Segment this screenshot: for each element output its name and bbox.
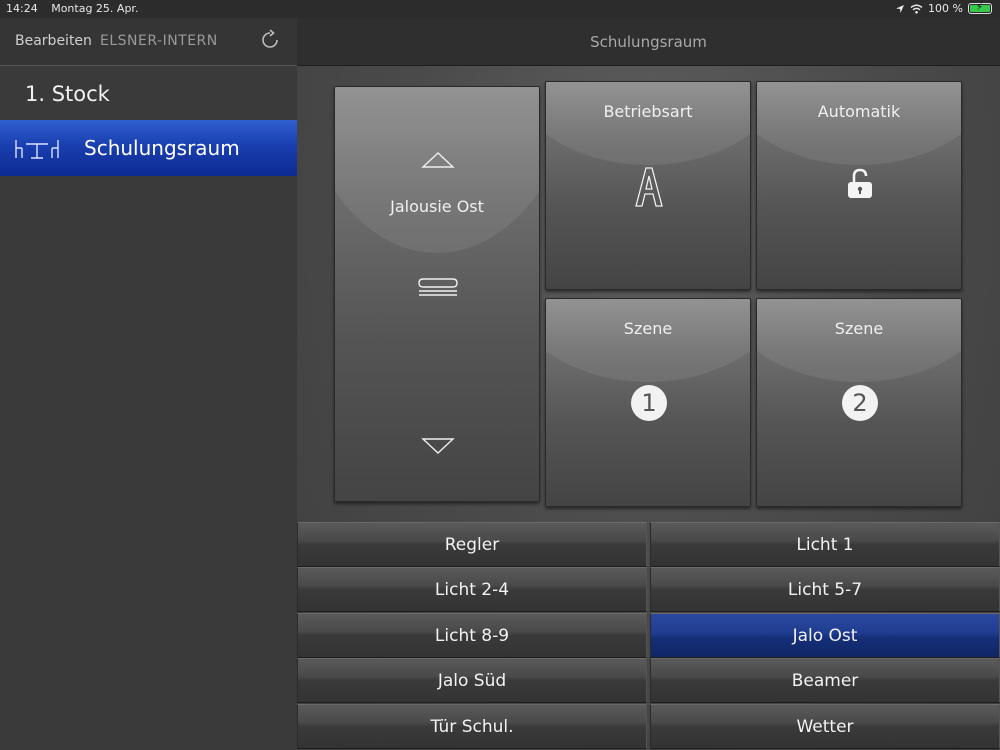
scene-1-tile[interactable]: Szene 1 [545,298,751,507]
refresh-icon[interactable] [258,28,282,52]
scene-2-number-icon: 2 [842,385,878,421]
sidebar: 1. Stock Schulungsraum [0,66,297,750]
arrow-down-icon[interactable] [421,437,455,455]
button-jalo-ost[interactable]: Jalo Ost [650,613,1000,658]
scene-1-label: Szene [623,319,673,338]
sidebar-header: Bearbeiten ELSNER-INTERN [0,18,297,66]
battery-percent: 100 % [928,2,963,15]
status-bar: 14:24 Montag 25. Apr. 100 % ⚡ [0,0,1000,18]
location-arrow-icon [896,4,905,13]
unlocked-padlock-icon [848,168,872,198]
blind-control-tile[interactable]: Jalousie Ost [334,86,540,502]
button-licht-2-4[interactable]: Licht 2-4 [297,567,647,612]
button-wetter[interactable]: Wetter [650,704,1000,749]
mode-a-icon [635,167,663,207]
wifi-icon [910,4,923,14]
scene-2-number: 2 [852,389,868,417]
operating-mode-tile[interactable]: Betriebsart [545,81,751,290]
page-title: Schulungsraum [590,33,707,51]
scene-2-label: Szene [834,319,884,338]
scene-1-number: 1 [641,389,657,417]
button-tuer-schul[interactable]: Tür Schul. [297,704,647,749]
battery-icon: ⚡ [968,2,992,14]
navigation-bar: Bearbeiten ELSNER-INTERN Schulungsraum [0,18,1000,66]
blind-label: Jalousie Ost [390,197,484,216]
blind-icon [418,278,458,296]
automatic-label: Automatik [817,102,901,121]
sidebar-item-schulungsraum[interactable]: Schulungsraum [0,120,297,176]
edit-button[interactable]: Bearbeiten [15,33,92,49]
arrow-up-icon[interactable] [421,151,455,169]
status-date: Montag 25. Apr. [51,2,139,15]
button-regler[interactable]: Regler [297,522,647,567]
floor-heading[interactable]: 1. Stock [25,82,110,106]
room-table-icon [15,140,59,159]
sidebar-item-label: Schulungsraum [84,136,240,160]
scene-1-number-icon: 1 [631,385,667,421]
button-beamer[interactable]: Beamer [650,658,1000,703]
main-panel: Jalousie Ost Betriebsart Automatik Szene… [297,66,1000,750]
automatic-tile[interactable]: Automatik [756,81,962,290]
scene-2-tile[interactable]: Szene 2 [756,298,962,507]
operating-mode-label: Betriebsart [603,102,693,121]
group-name: ELSNER-INTERN [100,33,218,49]
button-licht-5-7[interactable]: Licht 5-7 [650,567,1000,612]
status-time: 14:24 [6,2,38,15]
button-licht-8-9[interactable]: Licht 8-9 [297,613,647,658]
button-licht-1[interactable]: Licht 1 [650,522,1000,567]
button-jalo-sued[interactable]: Jalo Süd [297,658,647,703]
